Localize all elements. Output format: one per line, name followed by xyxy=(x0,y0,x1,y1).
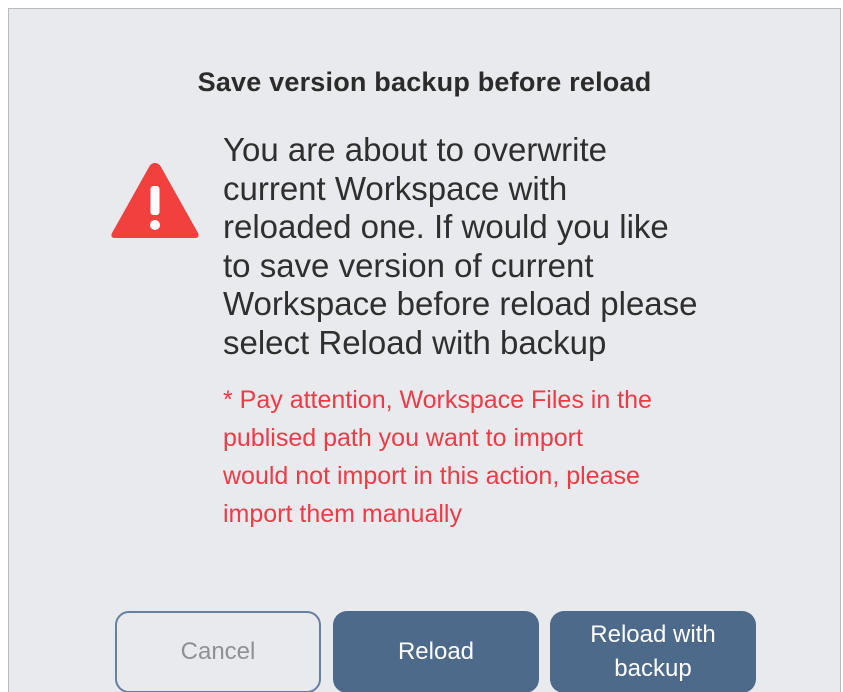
cancel-button[interactable]: Cancel xyxy=(115,611,321,692)
dialog-title: Save version backup before reload xyxy=(197,67,652,97)
reload-with-backup-button[interactable]: Reload with backup xyxy=(550,611,756,692)
reload-dialog: Save version backup before reload You ar… xyxy=(8,8,841,692)
dialog-message: You are about to overwrite current Works… xyxy=(223,131,698,361)
attention-note: * Pay attention, Workspace Files in the … xyxy=(223,386,652,528)
warning-triangle-icon xyxy=(111,163,199,238)
reload-button[interactable]: Reload xyxy=(333,611,539,692)
